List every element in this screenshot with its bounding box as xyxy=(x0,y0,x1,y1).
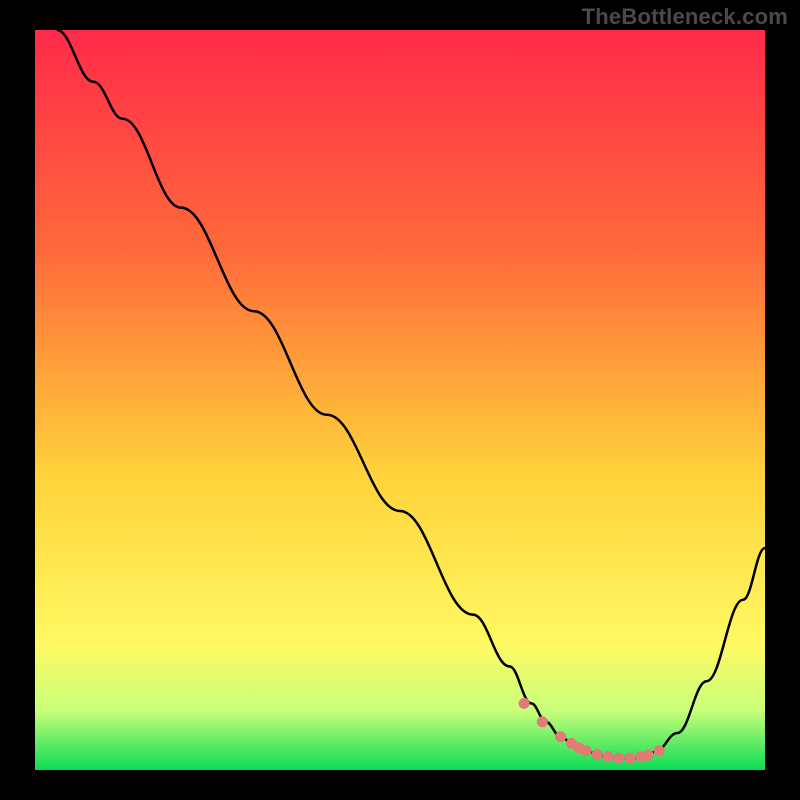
marker-point xyxy=(519,698,530,709)
marker-point xyxy=(624,753,635,764)
marker-point xyxy=(581,745,592,756)
watermark-text: TheBottleneck.com xyxy=(582,4,788,30)
gradient-background xyxy=(35,30,765,770)
chart-svg xyxy=(35,30,765,770)
marker-point xyxy=(603,751,614,762)
marker-point xyxy=(614,753,625,764)
plot-area xyxy=(35,30,765,770)
marker-point xyxy=(592,749,603,760)
chart-container: TheBottleneck.com xyxy=(0,0,800,800)
marker-point xyxy=(555,731,566,742)
marker-point xyxy=(537,716,548,727)
marker-point xyxy=(643,750,654,761)
marker-point xyxy=(654,745,665,756)
